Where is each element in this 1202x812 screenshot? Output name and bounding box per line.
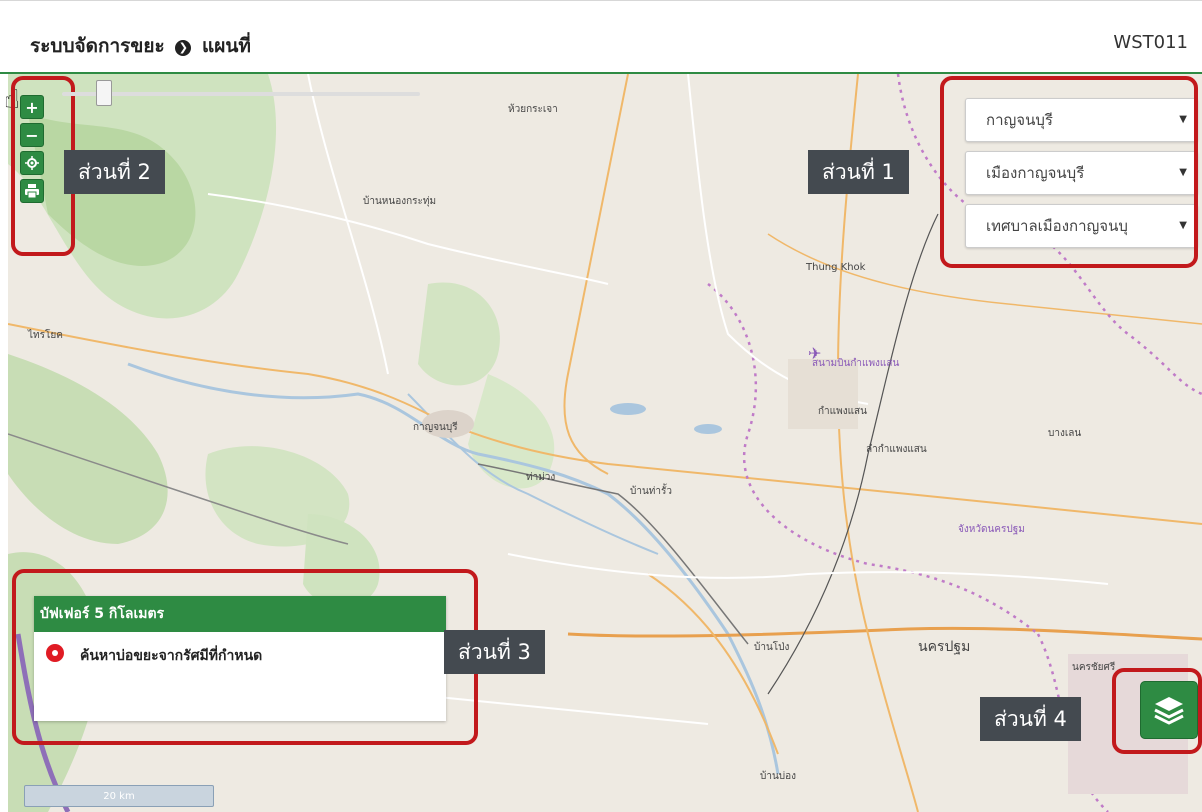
place-label: บางเลน <box>1048 428 1082 439</box>
map-scale: 20 km <box>24 785 214 807</box>
highlight-frame-part3 <box>12 569 478 745</box>
highlight-frame-part4 <box>1112 668 1202 754</box>
slider-thumb[interactable] <box>96 80 113 106</box>
chevron-right-icon: ❯ <box>175 40 192 56</box>
place-label: กำแพงแสน <box>818 406 867 417</box>
part2-label: ส่วนที่ 2 <box>64 150 165 194</box>
place-label: นครปฐม <box>918 639 971 655</box>
page-header: ระบบจัดการขยะ ❯ แผนที่ WST011 <box>0 0 1202 74</box>
place-label: บ้านหนองกระทุ่ม <box>363 196 437 207</box>
buffer-radius-slider[interactable] <box>62 92 420 96</box>
airport-icon: ✈ <box>808 344 822 363</box>
place-label: บ้านท่ารั้ว <box>630 486 672 497</box>
place-label: นครชัยศรี <box>1072 662 1116 673</box>
place-label: ลำกำแพงแสน <box>866 444 927 455</box>
place-label: จังหวัดนครปฐม <box>958 524 1025 535</box>
place-label: บ้านโป่ง <box>754 642 790 653</box>
place-label: Thung Khok <box>806 262 866 273</box>
breadcrumb: แผนที่ <box>201 35 251 57</box>
part3-label: ส่วนที่ 3 <box>444 630 545 674</box>
highlight-frame-part1 <box>940 76 1198 268</box>
app-title: ระบบจัดการขยะ <box>30 35 165 57</box>
part4-label: ส่วนที่ 4 <box>980 697 1081 741</box>
place-label: ไทรโยค <box>28 330 63 341</box>
page-code: WST011 <box>1113 32 1188 53</box>
place-label: บ้านบ่อง <box>760 771 797 782</box>
page-title: ระบบจัดการขยะ ❯ แผนที่ <box>30 31 251 61</box>
place-label: ท่าม่วง <box>526 472 556 483</box>
place-label: กาญจนบุรี <box>413 422 458 433</box>
part1-label: ส่วนที่ 1 <box>808 150 909 194</box>
place-label: ห้วยกระเจา <box>508 104 558 115</box>
place-label: สนามบินกำแพงแสน <box>812 358 900 369</box>
